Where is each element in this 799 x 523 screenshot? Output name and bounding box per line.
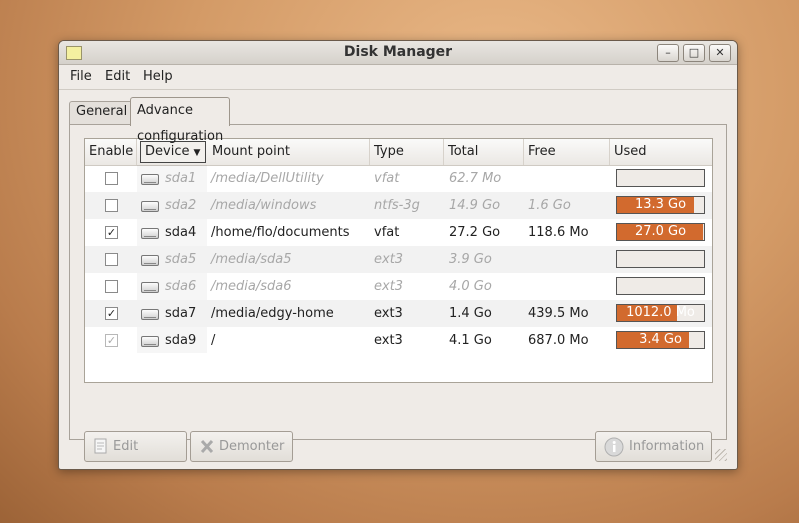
advanced-panel: Enable Device ▼ Mount point Type Total Fr… — [69, 124, 727, 462]
device-name: sda5 — [165, 252, 197, 267]
harddisk-icon — [141, 309, 159, 320]
info-icon — [604, 437, 624, 457]
title-bar[interactable]: Disk Manager – □ ✕ — [59, 41, 737, 65]
total-size: 1.4 Go — [449, 306, 492, 321]
enable-checkbox[interactable]: ✓ — [105, 226, 118, 239]
col-free[interactable]: Free — [524, 139, 610, 165]
mount-point: /media/windows — [211, 198, 317, 213]
table-row[interactable]: sda6/media/sda6 ext3 4.0 Go — [85, 273, 712, 300]
mount-point: / — [211, 333, 216, 348]
device-name: sda6 — [165, 279, 197, 294]
col-enable[interactable]: Enable — [85, 139, 137, 165]
usage-bar — [616, 277, 705, 295]
edit-button[interactable]: Edit — [84, 431, 187, 462]
enable-checkbox[interactable] — [105, 199, 118, 212]
minimize-icon: – — [665, 46, 671, 59]
device-name: sda4 — [165, 225, 197, 240]
fs-type: vfat — [374, 225, 400, 240]
menu-file[interactable]: File — [70, 69, 92, 84]
usage-bar: 1012.0 Mo — [616, 304, 705, 322]
usage-bar — [616, 169, 705, 187]
table-row[interactable]: ✓ sda4/home/flo/documents vfat 27.2 Go 118.6… — [85, 219, 712, 246]
harddisk-icon — [141, 201, 159, 212]
total-size: 4.0 Go — [449, 279, 492, 294]
device-name: sda7 — [165, 306, 197, 321]
harddisk-icon — [141, 228, 159, 239]
usage-label: 3.4 Go — [639, 332, 682, 347]
edit-button-label: Edit — [113, 439, 139, 454]
usage-bar: 3.4 Go — [616, 331, 705, 349]
free-space: 687.0 Mo — [528, 333, 589, 348]
menu-help[interactable]: Help — [143, 69, 173, 84]
free-space: 439.5 Mo — [528, 306, 589, 321]
usage-label: 13.3 Go — [634, 197, 687, 212]
fs-type: ext3 — [374, 252, 404, 267]
col-mount-point[interactable]: Mount point — [208, 139, 370, 165]
edit-icon — [94, 438, 107, 454]
tab-advance-configuration[interactable]: Advance configuration — [130, 97, 231, 144]
usage-bar — [616, 250, 705, 268]
enable-checkbox[interactable] — [105, 172, 118, 185]
maximize-button[interactable]: □ — [683, 44, 705, 62]
free-space: 118.6 Mo — [528, 225, 589, 240]
device-name: sda2 — [165, 198, 197, 213]
usage-bar: 27.0 Go — [616, 223, 705, 241]
harddisk-icon — [141, 255, 159, 266]
fs-type: ext3 — [374, 333, 403, 348]
menu-edit[interactable]: Edit — [105, 69, 130, 84]
minimize-button[interactable]: – — [657, 44, 679, 62]
enable-checkbox[interactable] — [105, 253, 118, 266]
enable-checkbox[interactable]: ✓ — [105, 334, 118, 347]
table-row[interactable]: sda2/media/windows ntfs-3g 14.9 Go 1.6 Go 13… — [85, 192, 712, 219]
partition-table: Enable Device ▼ Mount point Type Total Fr… — [84, 138, 713, 383]
fs-type: ext3 — [374, 279, 404, 294]
free-space: 1.6 Go — [528, 198, 571, 213]
enable-checkbox[interactable] — [105, 280, 118, 293]
mount-point: /home/flo/documents — [211, 225, 350, 240]
total-size: 62.7 Mo — [449, 171, 502, 186]
table-row[interactable]: sda1/media/DellUtility vfat 62.7 Mo — [85, 165, 712, 192]
col-type[interactable]: Type — [370, 139, 444, 165]
mount-point: /media/edgy-home — [211, 306, 334, 321]
harddisk-icon — [141, 282, 159, 293]
enable-checkbox[interactable]: ✓ — [105, 307, 118, 320]
total-size: 27.2 Go — [449, 225, 501, 240]
fs-type: ntfs-3g — [374, 198, 420, 213]
table-row[interactable]: ✓ sda9 / ext3 4.1 Go 687.0 Mo 3.4 Go — [85, 327, 712, 354]
usage-bar: 13.3 Go — [616, 196, 705, 214]
device-name: sda9 — [165, 333, 197, 348]
mount-point: /media/DellUtility — [211, 171, 324, 186]
mount-point: /media/sda6 — [211, 279, 292, 294]
disk-manager-window: Disk Manager – □ ✕ File Edit Help Genera… — [58, 40, 738, 470]
table-row[interactable]: ✓ sda7/media/edgy-home ext3 1.4 Go 439.5 Mo 1… — [85, 300, 712, 327]
tab-general[interactable]: General — [69, 101, 135, 124]
total-size: 3.9 Go — [449, 252, 492, 267]
menu-bar: File Edit Help — [59, 65, 737, 90]
maximize-icon: □ — [688, 46, 700, 59]
resize-grip[interactable] — [715, 449, 727, 461]
fs-type: ext3 — [374, 306, 403, 321]
window-title: Disk Manager — [343, 44, 453, 60]
close-icon: ✕ — [715, 46, 725, 59]
close-button[interactable]: ✕ — [709, 44, 731, 62]
demonter-button-label: Demonter — [219, 439, 285, 454]
mount-point: /media/sda5 — [211, 252, 292, 267]
demonter-button[interactable]: Demonter — [190, 431, 293, 462]
information-button[interactable]: Information — [595, 431, 712, 462]
usage-label: 27.0 Go — [634, 224, 687, 239]
device-name: sda1 — [165, 171, 197, 186]
usage-label: 1012.0 Mo — [626, 305, 695, 320]
harddisk-icon — [141, 336, 159, 347]
harddisk-icon — [141, 174, 159, 185]
col-total[interactable]: Total — [444, 139, 524, 165]
information-button-label: Information — [629, 439, 705, 454]
col-used[interactable]: Used — [610, 139, 712, 165]
fs-type: vfat — [374, 171, 400, 186]
total-size: 4.1 Go — [449, 333, 492, 348]
unmount-icon — [200, 439, 214, 454]
table-row[interactable]: sda5/media/sda5 ext3 3.9 Go — [85, 246, 712, 273]
total-size: 14.9 Go — [449, 198, 501, 213]
